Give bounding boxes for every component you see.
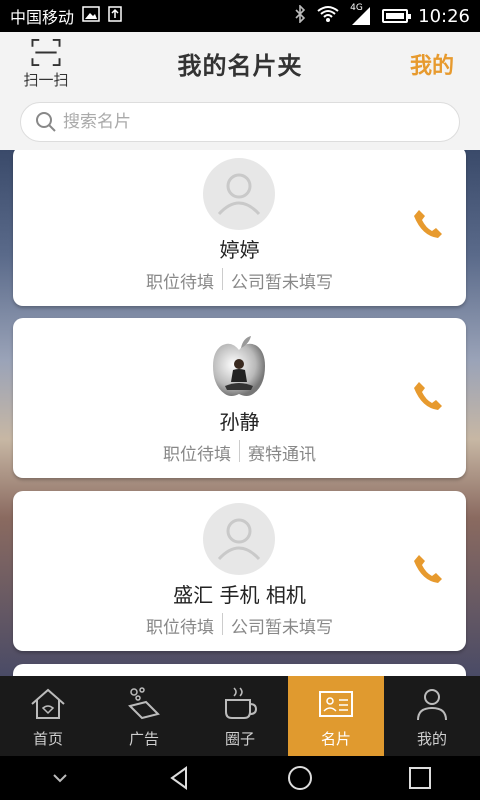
clock: 10:26 [418, 5, 470, 27]
contact-position: 职位待填 [146, 273, 214, 293]
card-list[interactable]: 婷婷 职位待填 公司暂未填写 孙静 职位待填 赛特通讯 盛汇 手机 相机 职位待… [0, 150, 480, 676]
contact-name: 婷婷 [219, 238, 260, 262]
contact-position: 职位待填 [146, 618, 214, 638]
nav-mine[interactable]: 我的 [384, 676, 480, 756]
phone-icon[interactable] [410, 551, 446, 587]
contact-meta: 职位待填 公司暂未填写 [13, 613, 466, 638]
battery-icon [382, 9, 412, 23]
search-bar [0, 94, 480, 150]
wifi-icon [316, 5, 340, 27]
phone-icon[interactable] [410, 206, 446, 242]
divider [222, 613, 223, 635]
bluetooth-icon [294, 4, 306, 27]
scan-label: 扫一扫 [23, 71, 69, 89]
ad-icon [128, 686, 160, 719]
person-icon [417, 688, 447, 720]
contact-meta: 职位待填 赛特通讯 [13, 440, 466, 465]
status-bar: 中国移动 4G 10:26 [0, 0, 480, 32]
nav-ads-label: 广告 [128, 729, 159, 748]
contact-company: 公司暂未填写 [231, 273, 333, 293]
carrier-label: 中国移动 [10, 8, 75, 27]
contact-name: 孙静 [219, 410, 260, 434]
sim-notification-icon [108, 6, 122, 26]
contact-meta: 职位待填 公司暂未填写 [13, 268, 466, 293]
divider [239, 440, 240, 462]
nav-home-label: 首页 [32, 729, 63, 748]
contact-card-partial[interactable] [13, 664, 466, 676]
coffee-cup-icon [225, 686, 258, 719]
signal-icon: 4G [350, 3, 372, 25]
search-box[interactable] [20, 102, 460, 142]
nav-cards-label: 名片 [320, 729, 351, 748]
page-title: 我的名片夹 [177, 51, 303, 80]
search-input[interactable] [63, 112, 443, 132]
avatar-photo [203, 330, 275, 402]
contact-card[interactable]: 盛汇 手机 相机 职位待填 公司暂未填写 [13, 491, 466, 651]
scan-icon [31, 38, 61, 67]
contact-position: 职位待填 [163, 445, 231, 465]
nav-home[interactable]: 首页 [0, 676, 96, 756]
recents-icon[interactable] [406, 764, 434, 792]
bottom-nav: 首页 广告 圈子 名片 我的 [0, 676, 480, 756]
default-avatar-icon [203, 158, 275, 230]
nav-circle[interactable]: 圈子 [192, 676, 288, 756]
search-icon [36, 112, 56, 132]
nav-cards[interactable]: 名片 [288, 676, 384, 756]
contact-name: 盛汇 手机 相机 [173, 583, 306, 607]
contact-company: 公司暂未填写 [231, 618, 333, 638]
mine-link[interactable]: 我的 [410, 48, 454, 80]
scan-button[interactable]: 扫一扫 [14, 38, 78, 90]
hide-nav-chevron-icon[interactable] [46, 764, 74, 792]
phone-icon[interactable] [410, 378, 446, 414]
nav-circle-label: 圈子 [224, 729, 255, 748]
contact-card[interactable]: 婷婷 职位待填 公司暂未填写 [13, 150, 466, 306]
nav-mine-label: 我的 [416, 729, 447, 748]
default-avatar-icon [203, 503, 275, 575]
back-icon[interactable] [166, 764, 194, 792]
image-notification-icon [82, 6, 100, 26]
nav-ads[interactable]: 广告 [96, 676, 192, 756]
home-circle-icon[interactable] [286, 764, 314, 792]
home-icon [31, 688, 65, 719]
divider [222, 268, 223, 290]
contact-card[interactable]: 孙静 职位待填 赛特通讯 [13, 318, 466, 478]
system-nav-bar [0, 756, 480, 800]
contact-company: 赛特通讯 [248, 445, 316, 465]
business-card-icon [319, 690, 353, 717]
header: 扫一扫 我的名片夹 我的 [0, 32, 480, 94]
network-type-label: 4G [350, 3, 363, 13]
